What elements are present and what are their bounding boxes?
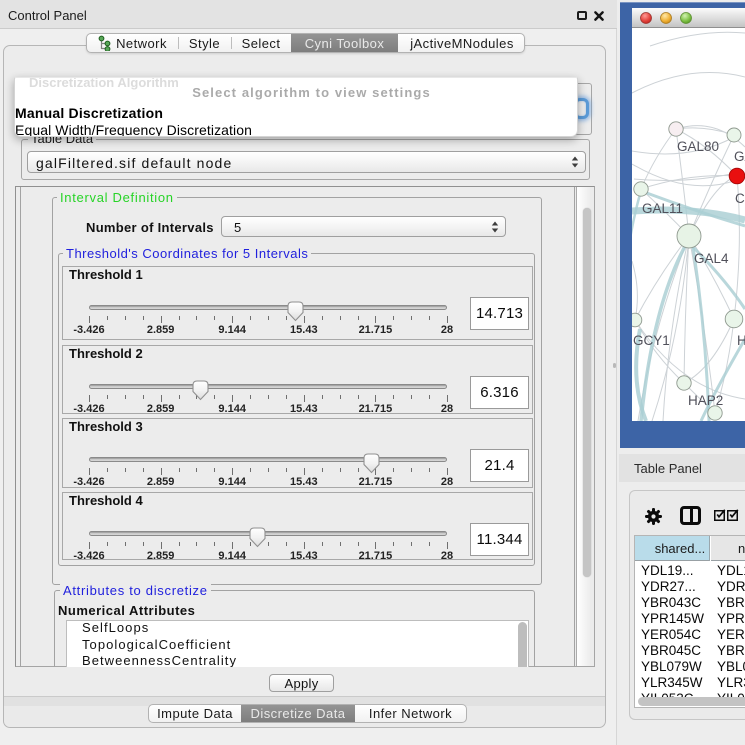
svg-text:C: C (735, 191, 745, 206)
svg-text:H: H (737, 333, 745, 348)
svg-text:GCY1: GCY1 (633, 333, 670, 348)
svg-text:GAL11: GAL11 (642, 201, 683, 216)
svg-text:GA: GA (734, 149, 745, 164)
svg-text:GAL80: GAL80 (677, 139, 719, 154)
svg-text:HAP2: HAP2 (688, 393, 723, 408)
svg-text:GAL4: GAL4 (694, 251, 729, 266)
